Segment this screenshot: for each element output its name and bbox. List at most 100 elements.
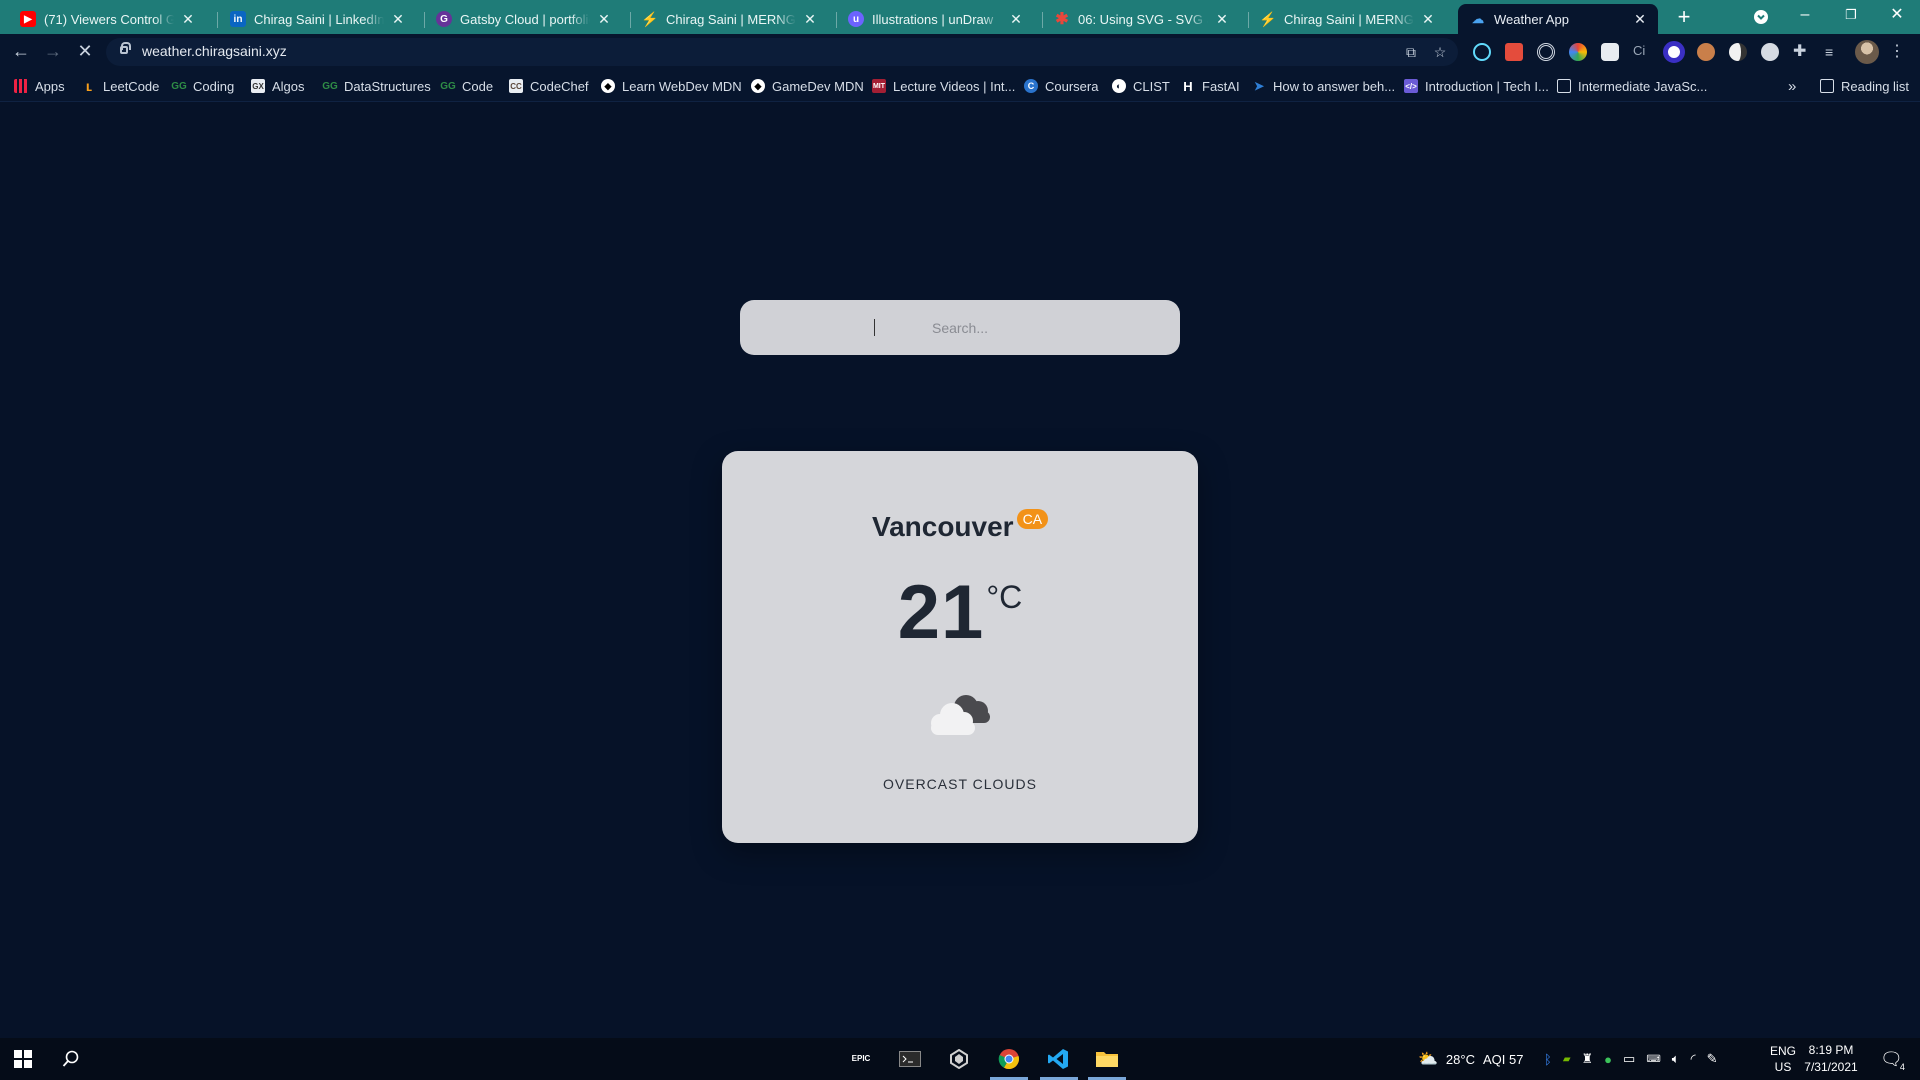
search-icon[interactable] [58, 1046, 84, 1072]
bird-icon: ➤ [1253, 79, 1265, 93]
tab-weather-app[interactable]: ☁ Weather App ✕ [1458, 4, 1658, 34]
terminal-icon[interactable] [897, 1046, 923, 1072]
tab-gatsby[interactable]: G Gatsby Cloud | portfolio | B ✕ [424, 4, 622, 34]
tab-svg[interactable]: ✱ 06: Using SVG - SVG as back ✕ [1042, 4, 1240, 34]
bookmark-algos[interactable]: GX Algos [251, 76, 305, 96]
taskbar-clock[interactable]: 8:19 PM 7/31/2021 [1796, 1042, 1866, 1076]
text-cursor [874, 319, 875, 336]
lock-icon[interactable] [120, 42, 131, 54]
gfg-icon: GG [322, 80, 338, 92]
tab-merng-2[interactable]: ⚡ Chirag Saini | MERNG Stack ✕ [1248, 4, 1446, 34]
language-indicator[interactable]: ENG US [1770, 1038, 1796, 1080]
extension-ci-icon[interactable]: Ci [1633, 43, 1651, 61]
wifi-icon[interactable]: ◜ [1691, 1051, 1696, 1067]
bookmark-coding[interactable]: GG Coding [171, 76, 234, 96]
url-text: weather.chiragsaini.xyz [142, 43, 287, 59]
stop-loading-button[interactable]: ✕ [73, 40, 97, 64]
address-bar[interactable]: weather.chiragsaini.xyz ⧉ ☆ [106, 38, 1458, 66]
bookmark-how-to-answer[interactable]: ➤ How to answer beh... [1252, 76, 1395, 96]
bookmark-gamedev-mdn[interactable]: ◆ GameDev MDN [751, 76, 864, 96]
tab-youtube[interactable]: ▶ (71) Viewers Control GTA 5 ✕ [8, 4, 206, 34]
bookmark-lecture-videos[interactable]: MIT Lecture Videos | Int... [872, 76, 1015, 96]
search-input[interactable] [740, 300, 1180, 355]
codechef-icon: CC [509, 79, 523, 93]
vscode-icon[interactable] [1045, 1046, 1071, 1072]
bookmark-leetcode[interactable]: ʟ LeetCode [82, 76, 160, 96]
tab-search-icon[interactable] [1738, 0, 1784, 34]
close-tab-icon[interactable]: ✕ [1420, 11, 1436, 28]
forward-button[interactable]: → [41, 40, 65, 64]
file-explorer-icon[interactable] [1094, 1046, 1120, 1072]
open-in-app-icon[interactable]: ⧉ [1401, 42, 1421, 62]
bookmark-coursera[interactable]: C Coursera [1024, 76, 1098, 96]
bookmark-introduction[interactable]: </> Introduction | Tech I... [1404, 76, 1549, 96]
extensions-puzzle-icon[interactable]: ✚ [1793, 43, 1811, 61]
close-tab-icon[interactable]: ✕ [1008, 11, 1024, 28]
bluetooth-icon[interactable]: ᛒ [1544, 1052, 1552, 1067]
tab-title: (71) Viewers Control GTA 5 [44, 11, 174, 27]
ime-icon[interactable]: ⌨ [1646, 1054, 1660, 1065]
back-button[interactable]: ← [9, 40, 33, 64]
more-bookmarks-button[interactable]: » [1788, 76, 1796, 96]
profile-avatar[interactable] [1855, 40, 1879, 64]
close-window-button[interactable]: ✕ [1874, 0, 1920, 34]
reading-list-button[interactable]: Reading list [1820, 76, 1909, 96]
extension-target-icon[interactable] [1537, 43, 1555, 61]
partly-cloudy-icon: ⛅ [1418, 1051, 1438, 1068]
windows-start-icon[interactable] [10, 1046, 36, 1072]
extension-color-icon[interactable] [1569, 43, 1587, 61]
minimize-button[interactable]: – [1782, 0, 1828, 34]
bookmark-star-icon[interactable]: ☆ [1430, 42, 1450, 62]
close-tab-icon[interactable]: ✕ [390, 11, 406, 28]
tab-undraw[interactable]: u Illustrations | unDraw ✕ [836, 4, 1034, 34]
bookmark-learn-webdev-mdn[interactable]: ◆ Learn WebDev MDN [601, 76, 742, 96]
bookmark-label: Lecture Videos | Int... [893, 78, 1016, 94]
restore-button[interactable]: ❐ [1828, 0, 1874, 34]
weather-widget[interactable]: ⛅ 28°C AQI 57 [1418, 1038, 1523, 1080]
action-center-button[interactable]: 🗨︎ 4 [1880, 1038, 1905, 1080]
reading-list-label: Reading list [1841, 78, 1909, 94]
nvidia-icon[interactable]: ▰ [1563, 1054, 1571, 1065]
new-tab-button[interactable]: + [1671, 5, 1697, 31]
extension-glasses-icon[interactable] [1697, 43, 1715, 61]
more-bookmarks-label: » [1788, 77, 1797, 95]
tab-merng-1[interactable]: ⚡ Chirag Saini | MERNG Stack ✕ [630, 4, 828, 34]
menu-kebab-icon[interactable]: ⋮ [1889, 43, 1907, 61]
extension-active-icon[interactable] [1663, 41, 1685, 63]
bookmark-code[interactable]: GG Code [440, 76, 493, 96]
bookmark-apps[interactable]: Apps [14, 76, 65, 96]
coursera-icon: C [1024, 79, 1038, 93]
app-tray-icon[interactable]: ♜ [1582, 1051, 1594, 1067]
chrome-icon[interactable] [996, 1046, 1022, 1072]
epic-games-icon[interactable]: EPIC [848, 1046, 874, 1072]
volume-icon[interactable]: 🔈︎ [1672, 1051, 1680, 1067]
pen-icon[interactable]: ✎ [1707, 1051, 1718, 1067]
extension-red-icon[interactable] [1505, 43, 1523, 61]
extension-white-icon[interactable] [1601, 43, 1619, 61]
bookmark-datastructures[interactable]: GG DataStructures [322, 76, 430, 96]
close-tab-icon[interactable]: ✕ [802, 11, 818, 28]
extension-compass-icon[interactable] [1761, 43, 1779, 61]
apps-grid-icon [14, 79, 28, 93]
extension-moon-icon[interactable] [1729, 43, 1747, 61]
bookmark-codechef[interactable]: CC CodeChef [509, 76, 589, 96]
media-queue-icon[interactable]: ≡ [1825, 43, 1843, 61]
bookmark-fastai[interactable]: H FastAI [1181, 76, 1239, 96]
unity-icon[interactable] [946, 1046, 972, 1072]
bookmark-clist[interactable]: ◐ CLIST [1112, 76, 1170, 96]
green-tray-icon[interactable]: ● [1604, 1052, 1612, 1067]
bookmark-intermediate-js[interactable]: Intermediate JavaSc... [1557, 76, 1707, 96]
close-tab-icon[interactable]: ✕ [596, 11, 612, 28]
close-tab-icon[interactable]: ✕ [1632, 11, 1648, 28]
close-tab-icon[interactable]: ✕ [1214, 11, 1230, 28]
react-devtools-icon[interactable] [1473, 43, 1491, 61]
tab-strip: ▶ (71) Viewers Control GTA 5 ✕ in Chirag… [0, 0, 1920, 34]
tab-title: 06: Using SVG - SVG as back [1078, 11, 1208, 27]
battery-icon[interactable]: ▭ [1623, 1051, 1635, 1067]
tab-linkedin[interactable]: in Chirag Saini | LinkedIn ✕ [218, 4, 416, 34]
bookmark-label: Learn WebDev MDN [622, 78, 742, 94]
close-tab-icon[interactable]: ✕ [180, 11, 196, 28]
weather-description: OVERCAST CLOUDS [883, 776, 1037, 792]
gatsby-icon: G [436, 11, 452, 27]
clock-time: 8:19 PM [1808, 1043, 1854, 1057]
